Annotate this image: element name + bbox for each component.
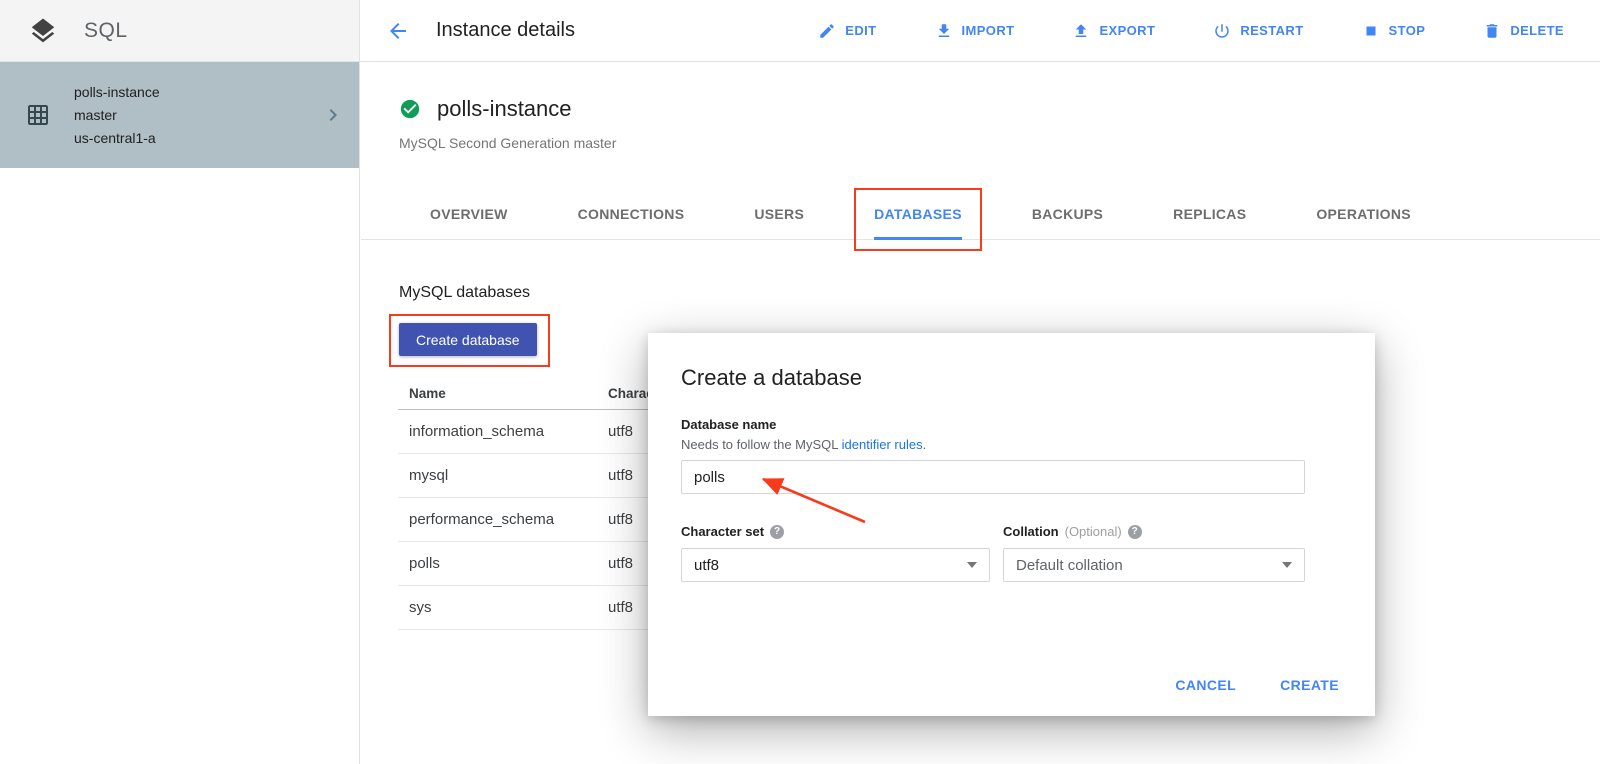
character-set-value: utf8 bbox=[694, 557, 719, 574]
dropdown-caret-icon bbox=[1282, 562, 1292, 568]
restart-icon bbox=[1213, 22, 1231, 40]
create-database-dialog: Create a database Database name Needs to… bbox=[648, 333, 1375, 716]
dialog-title: Create a database bbox=[681, 365, 862, 391]
hint-text: Needs to follow the MySQL bbox=[681, 437, 842, 452]
instance-tabs: OVERVIEW CONNECTIONS USERS DATABASES BAC… bbox=[361, 190, 1600, 240]
db-name-cell: polls bbox=[398, 555, 608, 572]
dialog-actions: CANCEL CREATE bbox=[1175, 677, 1339, 693]
instance-title: polls-instance bbox=[437, 96, 572, 122]
stop-button[interactable]: STOP bbox=[1362, 22, 1426, 40]
database-name-label: Database name bbox=[681, 417, 776, 432]
tab-replicas[interactable]: REPLICAS bbox=[1173, 190, 1246, 240]
sidebar-item-polls-instance[interactable]: polls-instance master us-central1-a bbox=[0, 62, 359, 168]
instance-action-toolbar: EDIT IMPORT EXPORT RESTART STOP DELETE bbox=[818, 22, 1600, 40]
stop-button-label: STOP bbox=[1389, 23, 1426, 38]
create-database-button[interactable]: Create database bbox=[399, 323, 537, 356]
database-name-hint: Needs to follow the MySQL identifier rul… bbox=[681, 437, 926, 452]
character-set-label: Character set bbox=[681, 524, 764, 539]
instance-status-row: polls-instance bbox=[399, 96, 572, 122]
instance-grid-icon bbox=[26, 103, 50, 127]
export-button-label: EXPORT bbox=[1099, 23, 1155, 38]
import-button-label: IMPORT bbox=[962, 23, 1015, 38]
product-header: SQL bbox=[0, 0, 360, 62]
chevron-right-icon bbox=[321, 103, 345, 127]
delete-icon bbox=[1483, 22, 1501, 40]
tab-connections[interactable]: CONNECTIONS bbox=[578, 190, 685, 240]
tab-users[interactable]: USERS bbox=[754, 190, 804, 240]
delete-button[interactable]: DELETE bbox=[1483, 22, 1564, 40]
instance-name: polls-instance bbox=[74, 81, 160, 104]
import-icon bbox=[935, 22, 953, 40]
dropdown-caret-icon bbox=[967, 562, 977, 568]
restart-button-label: RESTART bbox=[1240, 23, 1303, 38]
collation-dropdown[interactable]: Default collation bbox=[1003, 548, 1305, 582]
export-button[interactable]: EXPORT bbox=[1072, 22, 1155, 40]
db-name-cell: mysql bbox=[398, 467, 608, 484]
collation-field: Collation (Optional) Default collation bbox=[1003, 524, 1305, 582]
instance-role: master bbox=[74, 104, 160, 127]
export-icon bbox=[1072, 22, 1090, 40]
edit-icon bbox=[818, 22, 836, 40]
create-database-wrap: Create database bbox=[399, 323, 537, 356]
page-header: Instance details EDIT IMPORT EXPORT REST… bbox=[360, 0, 1600, 62]
identifier-rules-link[interactable]: identifier rules bbox=[842, 437, 923, 452]
cancel-button[interactable]: CANCEL bbox=[1175, 677, 1236, 693]
collation-help-icon[interactable] bbox=[1128, 525, 1142, 539]
collation-optional-note: (Optional) bbox=[1065, 524, 1122, 539]
character-set-field: Character set utf8 bbox=[681, 524, 990, 582]
instance-zone: us-central1-a bbox=[74, 127, 160, 150]
hint-period: . bbox=[923, 437, 927, 452]
delete-button-label: DELETE bbox=[1510, 23, 1564, 38]
instances-sidebar: polls-instance master us-central1-a bbox=[0, 62, 360, 764]
status-check-circle-icon bbox=[399, 98, 421, 120]
product-name: SQL bbox=[84, 19, 128, 43]
column-header-name: Name bbox=[398, 386, 608, 401]
import-button[interactable]: IMPORT bbox=[935, 22, 1015, 40]
restart-button[interactable]: RESTART bbox=[1213, 22, 1303, 40]
db-name-cell: performance_schema bbox=[398, 511, 608, 528]
back-button[interactable] bbox=[386, 19, 410, 43]
page-title: Instance details bbox=[436, 19, 575, 42]
tab-overview[interactable]: OVERVIEW bbox=[430, 190, 508, 240]
tab-databases[interactable]: DATABASES bbox=[874, 190, 962, 240]
instance-meta: polls-instance master us-central1-a bbox=[74, 81, 160, 150]
character-set-help-icon[interactable] bbox=[770, 525, 784, 539]
cloud-sql-logo-icon bbox=[28, 16, 58, 46]
edit-button[interactable]: EDIT bbox=[818, 22, 876, 40]
db-name-cell: information_schema bbox=[398, 423, 608, 440]
arrow-back-icon bbox=[386, 19, 410, 43]
tab-databases-label: DATABASES bbox=[874, 206, 962, 222]
edit-button-label: EDIT bbox=[845, 23, 876, 38]
dialog-create-button[interactable]: CREATE bbox=[1280, 677, 1339, 693]
collation-value: Default collation bbox=[1016, 557, 1123, 574]
character-set-dropdown[interactable]: utf8 bbox=[681, 548, 990, 582]
instance-subtitle: MySQL Second Generation master bbox=[399, 135, 616, 151]
tab-operations[interactable]: OPERATIONS bbox=[1316, 190, 1411, 240]
tab-backups[interactable]: BACKUPS bbox=[1032, 190, 1103, 240]
databases-section-heading: MySQL databases bbox=[399, 284, 530, 302]
db-name-cell: sys bbox=[398, 599, 608, 616]
database-name-input[interactable] bbox=[681, 460, 1305, 494]
stop-icon bbox=[1362, 22, 1380, 40]
collation-label: Collation bbox=[1003, 524, 1059, 539]
